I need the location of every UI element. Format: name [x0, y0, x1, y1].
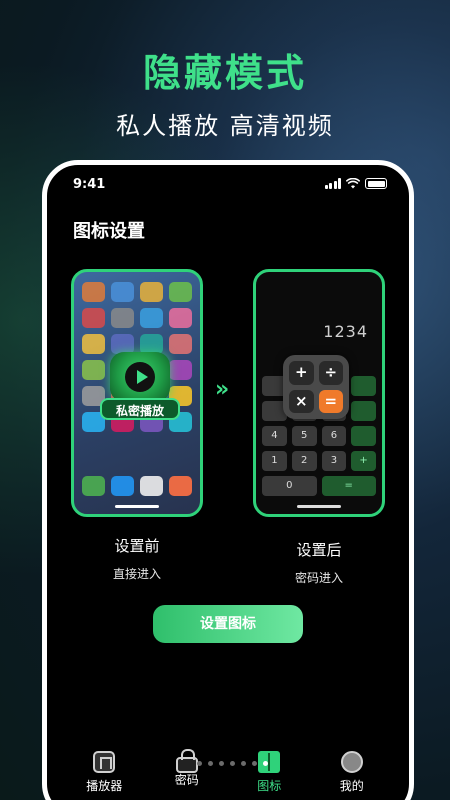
tab-label: 图标 [257, 779, 282, 793]
home-indicator [297, 505, 341, 508]
page-dot [263, 761, 268, 766]
plus-icon: + [289, 361, 314, 385]
tab-player[interactable]: 播放器 [69, 751, 139, 800]
status-time: 9:41 [73, 177, 106, 192]
page-dot [252, 761, 257, 766]
bottom-tab-bar: 播放器 密码 图标 我的 [63, 749, 393, 800]
home-indicator [115, 505, 159, 508]
battery-icon [365, 178, 387, 189]
signal-icon [324, 178, 341, 189]
lock-icon [175, 749, 198, 773]
tab-icon[interactable]: 图标 [234, 751, 304, 800]
tab-password[interactable]: 密码 [152, 749, 222, 800]
page-dot [241, 761, 246, 766]
double-chevron-right-icon: » [215, 377, 229, 402]
page-dot [208, 761, 213, 766]
tab-label: 我的 [339, 779, 364, 793]
page-indicator [197, 761, 268, 766]
tab-label: 密码 [174, 773, 199, 787]
promo-headline: 隐藏模式 [142, 51, 307, 95]
equals-icon: = [318, 389, 343, 413]
home-icon [93, 751, 116, 773]
page-dot [197, 761, 202, 766]
section-title: 图标设置 [73, 221, 145, 242]
tab-me[interactable]: 我的 [317, 751, 387, 800]
phone-frame: 9:41 图标设置 私密播放 » 1234 4 5 6 1 2 3 + 0 = … [42, 160, 414, 800]
tab-label: 播放器 [86, 779, 123, 793]
before-title: 设置前 [114, 537, 160, 555]
wifi-icon [346, 178, 360, 189]
private-player-label: 私密播放 [100, 398, 180, 420]
before-preview: 私密播放 [71, 269, 203, 517]
status-bar: 9:41 [73, 177, 387, 195]
page-dot [230, 761, 235, 766]
app-dock [82, 476, 192, 496]
divide-icon: ÷ [318, 361, 343, 385]
profile-icon [340, 751, 363, 773]
status-icons [324, 178, 387, 189]
before-subtitle: 直接进入 [112, 567, 161, 581]
play-icon [110, 352, 170, 402]
private-player-app-icon[interactable]: 私密播放 [100, 352, 180, 424]
calculator-app-icon[interactable]: + ÷ × = [283, 355, 349, 419]
promo-subline: 私人播放 高清视频 [116, 112, 334, 140]
multiply-icon: × [289, 389, 314, 413]
after-title: 设置后 [296, 541, 342, 559]
page-dot [219, 761, 224, 766]
set-icon-button[interactable]: 设置图标 [153, 605, 303, 643]
after-subtitle: 密码进入 [294, 571, 343, 585]
calculator-display: 1234 [323, 322, 368, 341]
